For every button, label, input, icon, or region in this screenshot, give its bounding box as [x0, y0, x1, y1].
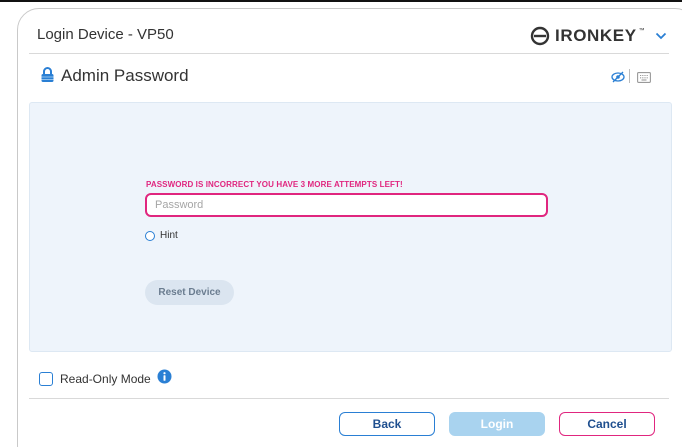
- info-icon[interactable]: [157, 369, 172, 389]
- eye-slash-icon[interactable]: [611, 70, 625, 88]
- section-header: Admin Password: [37, 64, 657, 90]
- login-button[interactable]: Login: [449, 412, 545, 436]
- read-only-label: Read-Only Mode: [60, 372, 151, 386]
- hint-option[interactable]: Hint: [145, 230, 178, 241]
- password-input[interactable]: [145, 193, 548, 217]
- trademark-mark: ™: [638, 28, 645, 34]
- ironkey-logo-icon: [530, 26, 550, 46]
- lock-icon: [40, 67, 55, 88]
- footer-divider: [29, 398, 669, 399]
- cancel-button[interactable]: Cancel: [559, 412, 655, 436]
- reset-device-button[interactable]: Reset Device: [145, 280, 234, 305]
- read-only-option[interactable]: Read-Only Mode: [39, 369, 172, 389]
- window-title: Login Device - VP50: [37, 26, 174, 43]
- hint-radio[interactable]: [145, 230, 155, 241]
- page-title: Admin Password: [61, 66, 189, 85]
- brand-name: IRONKEY: [555, 26, 637, 45]
- brand: IRONKEY ™: [530, 24, 667, 48]
- header-divider: [29, 53, 669, 54]
- password-panel: [29, 102, 672, 352]
- keyboard-icon[interactable]: [637, 70, 651, 88]
- top-border-line: [0, 0, 682, 2]
- error-message: PASSWORD IS INCORRECT YOU HAVE 3 MORE AT…: [146, 180, 403, 189]
- back-button[interactable]: Back: [339, 412, 435, 436]
- chevron-down-icon[interactable]: [655, 27, 667, 45]
- toolbar-separator: [629, 69, 630, 83]
- read-only-checkbox[interactable]: [39, 372, 53, 386]
- hint-label: Hint: [160, 230, 178, 241]
- title-bar: Login Device - VP50 IRONKEY ™: [37, 20, 677, 50]
